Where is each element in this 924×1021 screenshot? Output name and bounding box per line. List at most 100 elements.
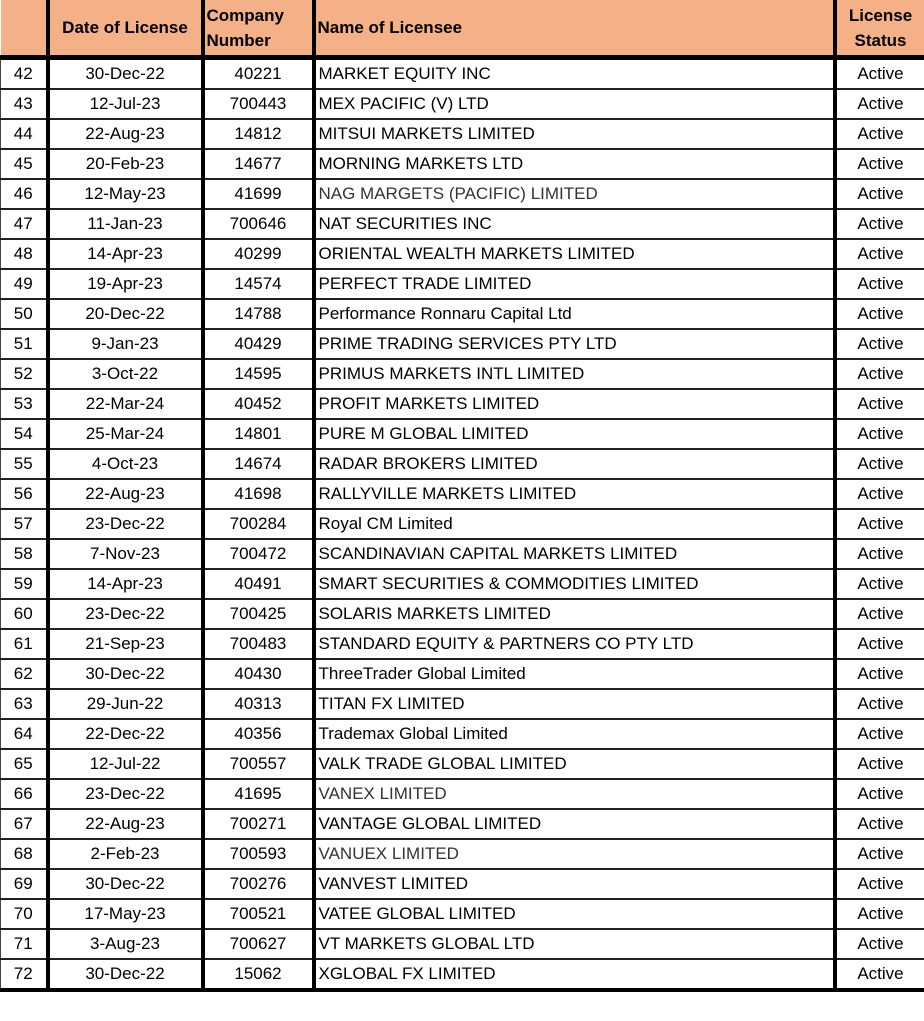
company-number: 14595 (200, 359, 316, 390)
company-number: 41698 (200, 479, 316, 510)
license-status: Active (832, 839, 924, 870)
licensee-name: MORNING MARKETS LTD (311, 149, 837, 180)
company-number: 40452 (200, 389, 316, 420)
license-status: Active (832, 119, 924, 150)
licensee-name: STANDARD EQUITY & PARTNERS CO PTY LTD (311, 629, 837, 660)
company-number: 700443 (200, 89, 316, 120)
license-date: 22-Aug-23 (45, 119, 205, 150)
license-status: Active (832, 749, 924, 780)
table-row: 69 30-Dec-22 700276 VANVEST LIMITED Active (0, 869, 924, 900)
header-name-of-licensee: Name of Licensee (311, 0, 837, 60)
company-number: 700521 (200, 899, 316, 930)
license-status: Active (832, 779, 924, 810)
table-row: 62 30-Dec-22 40430 ThreeTrader Global Limit… (0, 659, 924, 690)
licensee-name: NAG MARGETS (PACIFIC) LIMITED (311, 179, 837, 210)
row-number: 57 (0, 509, 50, 540)
license-status: Active (832, 509, 924, 540)
table-row: 52 3-Oct-22 14595 PRIMUS MARKETS INTL LIMIT… (0, 359, 924, 390)
company-number: 14677 (200, 149, 316, 180)
licensee-name: VANUEX LIMITED (311, 839, 837, 870)
license-date: 14-Apr-23 (45, 239, 205, 270)
license-status: Active (832, 329, 924, 360)
row-number: 49 (0, 269, 50, 300)
table-row: 70 17-May-23 700521 VATEE GLOBAL LIMITED Act… (0, 899, 924, 930)
license-date: 22-Mar-24 (45, 389, 205, 420)
license-status: Active (832, 479, 924, 510)
table-row: 43 12-Jul-23 700443 MEX PACIFIC (V) LTD Acti… (0, 89, 924, 120)
company-number: 40430 (200, 659, 316, 690)
row-number: 59 (0, 569, 50, 600)
license-date: 23-Dec-22 (45, 599, 205, 630)
license-status: Active (832, 809, 924, 840)
company-number: 700557 (200, 749, 316, 780)
row-number: 48 (0, 239, 50, 270)
row-number: 68 (0, 839, 50, 870)
license-status: Active (832, 89, 924, 120)
licensee-name: ThreeTrader Global Limited (311, 659, 837, 690)
row-number: 52 (0, 359, 50, 390)
company-number: 40491 (200, 569, 316, 600)
company-number: 14788 (200, 299, 316, 330)
license-status: Active (832, 899, 924, 930)
licensee-name: Royal CM Limited (311, 509, 837, 540)
license-date: 14-Apr-23 (45, 569, 205, 600)
table-row: 64 22-Dec-22 40356 Trademax Global Limited A… (0, 719, 924, 750)
row-number: 50 (0, 299, 50, 330)
row-number: 45 (0, 149, 50, 180)
table-row: 59 14-Apr-23 40491 SMART SECURITIES & COMMO… (0, 569, 924, 600)
license-date: 17-May-23 (45, 899, 205, 930)
company-number: 700483 (200, 629, 316, 660)
table-row: 57 23-Dec-22 700284 Royal CM Limited Active (0, 509, 924, 540)
row-number: 65 (0, 749, 50, 780)
licensee-name: Performance Ronnaru Capital Ltd (311, 299, 837, 330)
license-date: 29-Jun-22 (45, 689, 205, 720)
table-row: 58 7-Nov-23 700472 SCANDINAVIAN CAPITAL MAR… (0, 539, 924, 570)
licensee-name: PRIME TRADING SERVICES PTY LTD (311, 329, 837, 360)
licensee-name: VALK TRADE GLOBAL LIMITED (311, 749, 837, 780)
license-status: Active (832, 869, 924, 900)
table-row: 50 20-Dec-22 14788 Performance Ronnaru Capi… (0, 299, 924, 330)
license-status: Active (832, 239, 924, 270)
table-row: 48 14-Apr-23 40299 ORIENTAL WEALTH MARKETS … (0, 239, 924, 270)
row-number: 69 (0, 869, 50, 900)
company-number: 40313 (200, 689, 316, 720)
header-row: Date of License Company Number Name of L… (0, 0, 924, 60)
license-status: Active (832, 599, 924, 630)
licensee-name: PURE M GLOBAL LIMITED (311, 419, 837, 450)
company-number: 40299 (200, 239, 316, 270)
licensee-name: MITSUI MARKETS LIMITED (311, 119, 837, 150)
row-number: 51 (0, 329, 50, 360)
license-date: 12-Jul-22 (45, 749, 205, 780)
row-number: 72 (0, 959, 50, 992)
license-date: 25-Mar-24 (45, 419, 205, 450)
table-row: 44 22-Aug-23 14812 MITSUI MARKETS LIMITED Ac… (0, 119, 924, 150)
licensee-name: PERFECT TRADE LIMITED (311, 269, 837, 300)
row-number: 42 (0, 57, 50, 90)
licensee-name: PROFIT MARKETS LIMITED (311, 389, 837, 420)
table-row: 45 20-Feb-23 14677 MORNING MARKETS LTD Activ… (0, 149, 924, 180)
license-date: 19-Apr-23 (45, 269, 205, 300)
license-date: 2-Feb-23 (45, 839, 205, 870)
company-number: 700271 (200, 809, 316, 840)
licensee-name: MARKET EQUITY INC (311, 57, 837, 90)
licensee-name: VANEX LIMITED (311, 779, 837, 810)
table-row: 65 12-Jul-22 700557 VALK TRADE GLOBAL LIMIT… (0, 749, 924, 780)
company-number: 41699 (200, 179, 316, 210)
license-date: 4-Oct-23 (45, 449, 205, 480)
license-date: 12-Jul-23 (45, 89, 205, 120)
company-number: 41695 (200, 779, 316, 810)
licensee-name: TITAN FX LIMITED (311, 689, 837, 720)
row-number: 67 (0, 809, 50, 840)
row-number: 66 (0, 779, 50, 810)
license-status: Active (832, 179, 924, 210)
table-row: 49 19-Apr-23 14574 PERFECT TRADE LIMITED Act… (0, 269, 924, 300)
license-date: 7-Nov-23 (45, 539, 205, 570)
license-date: 9-Jan-23 (45, 329, 205, 360)
license-date: 30-Dec-22 (45, 57, 205, 90)
license-status: Active (832, 719, 924, 750)
table-row: 67 22-Aug-23 700271 VANTAGE GLOBAL LIMITED A… (0, 809, 924, 840)
row-number: 53 (0, 389, 50, 420)
row-number: 64 (0, 719, 50, 750)
row-number: 70 (0, 899, 50, 930)
table-row: 63 29-Jun-22 40313 TITAN FX LIMITED Active (0, 689, 924, 720)
